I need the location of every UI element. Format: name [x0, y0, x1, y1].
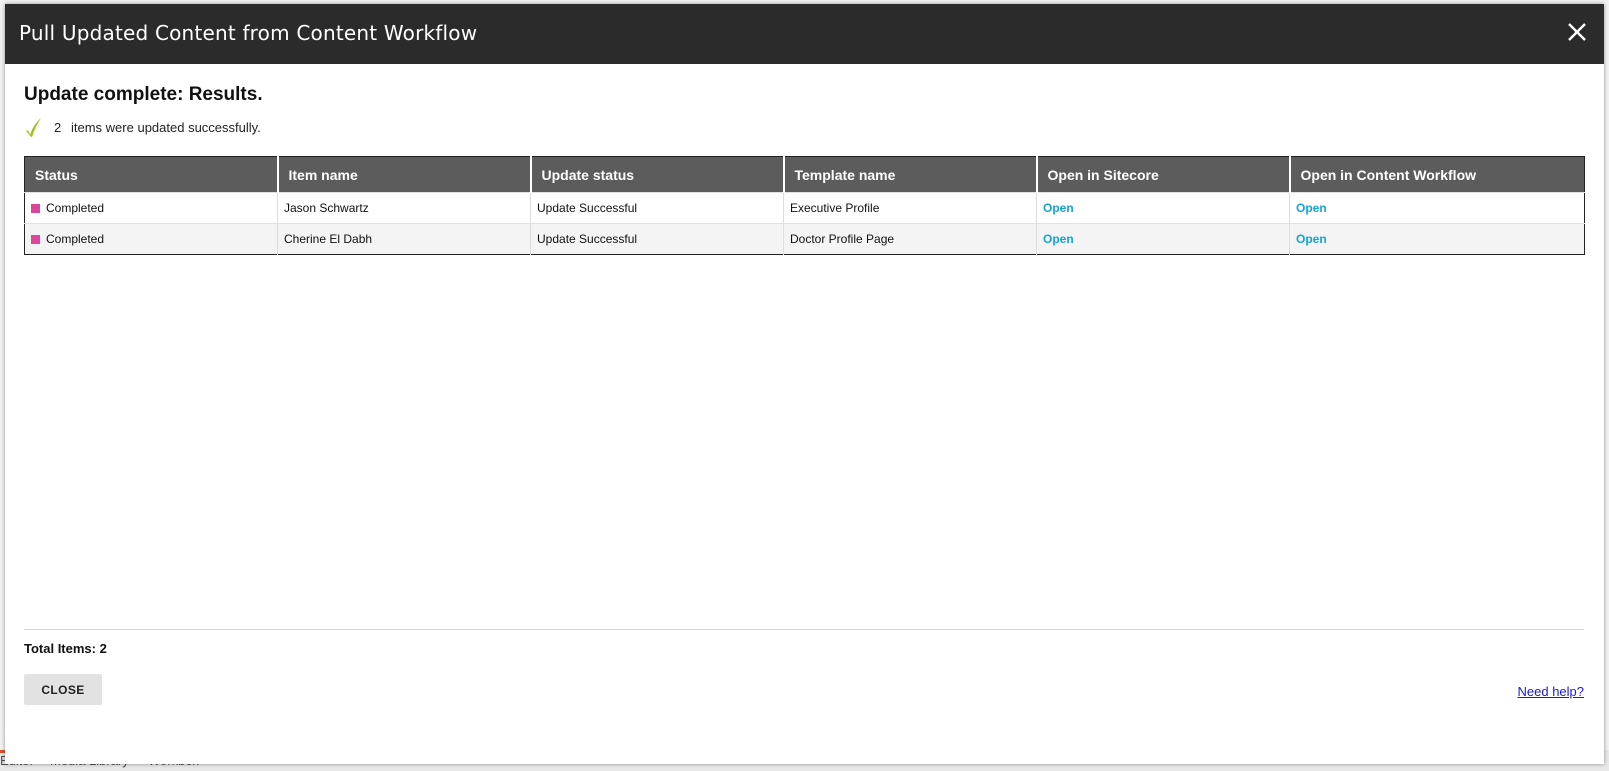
need-help-link[interactable]: Need help?	[1518, 684, 1585, 699]
table-row: Completed Cherine El Dabh Update Success…	[24, 223, 1585, 255]
open-sitecore-cell: Open	[1036, 223, 1290, 255]
open-in-sitecore-link[interactable]: Open	[1043, 201, 1074, 215]
results-table: Status Item name Update status Template …	[24, 156, 1585, 255]
status-text: Completed	[46, 232, 105, 246]
status-square-icon	[31, 204, 40, 213]
status-cell: Completed	[24, 192, 278, 224]
table-row: Completed Jason Schwartz Update Successf…	[24, 192, 1585, 224]
column-header-status: Status	[24, 156, 278, 193]
template-name-cell: Doctor Profile Page	[783, 223, 1037, 255]
open-sitecore-cell: Open	[1036, 192, 1290, 224]
column-header-update-status: Update status	[529, 156, 784, 193]
template-name-cell: Executive Profile	[783, 192, 1037, 224]
open-workflow-cell: Open	[1289, 192, 1585, 224]
item-name-cell: Jason Schwartz	[277, 192, 531, 224]
column-header-template-name: Template name	[782, 156, 1037, 193]
status-text: Completed	[46, 201, 105, 215]
table-header-row: Status Item name Update status Template …	[24, 156, 1585, 193]
pull-content-dialog: Pull Updated Content from Content Workfl…	[5, 4, 1604, 764]
update-status-cell: Update Successful	[530, 192, 784, 224]
results-heading: Update complete: Results.	[24, 84, 263, 105]
dialog-title: Pull Updated Content from Content Workfl…	[19, 21, 478, 45]
checkmark-icon	[26, 118, 41, 137]
status-square-icon	[31, 235, 40, 244]
update-status-cell: Update Successful	[530, 223, 784, 255]
status-cell: Completed	[24, 223, 278, 255]
column-header-open-sitecore: Open in Sitecore	[1035, 156, 1290, 193]
summary-text: items were updated successfully.	[71, 120, 261, 135]
updated-count: 2	[54, 120, 62, 135]
open-in-workflow-link[interactable]: Open	[1296, 232, 1327, 246]
close-button[interactable]: CLOSE	[24, 674, 102, 705]
close-icon[interactable]	[1564, 19, 1590, 45]
footer-divider	[24, 629, 1584, 630]
open-in-sitecore-link[interactable]: Open	[1043, 232, 1074, 246]
open-in-workflow-link[interactable]: Open	[1296, 201, 1327, 215]
item-name-cell: Cherine El Dabh	[277, 223, 531, 255]
total-items: Total Items: 2	[24, 641, 107, 656]
dialog-header: Pull Updated Content from Content Workfl…	[5, 4, 1604, 64]
column-header-item-name: Item name	[276, 156, 531, 193]
column-header-open-workflow: Open in Content Workflow	[1288, 156, 1585, 193]
open-workflow-cell: Open	[1289, 223, 1585, 255]
